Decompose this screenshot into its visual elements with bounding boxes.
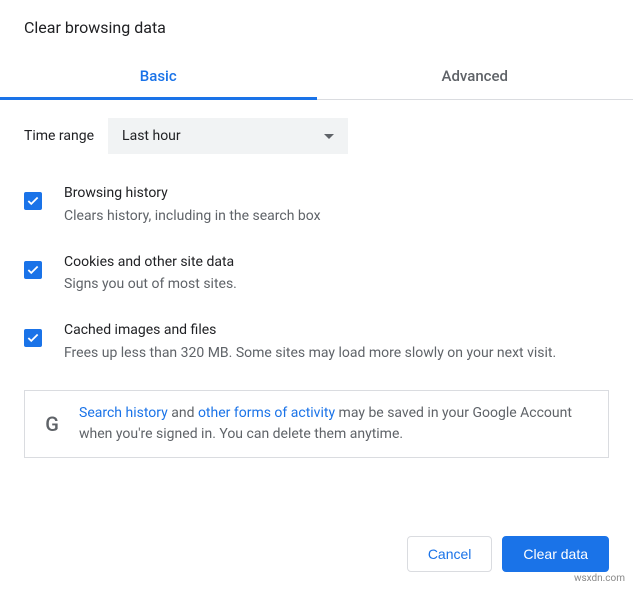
checkbox-browsing-history[interactable] bbox=[24, 192, 42, 210]
google-icon: G bbox=[41, 412, 63, 436]
dialog-footer: Cancel Clear data bbox=[407, 536, 609, 572]
time-range-label: Time range bbox=[24, 128, 94, 144]
option-title: Browsing history bbox=[64, 184, 609, 204]
dialog-title: Clear browsing data bbox=[0, 0, 633, 53]
option-cookies: Cookies and other site data Signs you ou… bbox=[24, 253, 609, 296]
search-history-link[interactable]: Search history bbox=[79, 405, 168, 421]
checkmark-icon bbox=[26, 194, 40, 208]
option-browsing-history: Browsing history Clears history, includi… bbox=[24, 184, 609, 227]
chevron-down-icon bbox=[324, 134, 334, 139]
other-activity-link[interactable]: other forms of activity bbox=[198, 405, 335, 421]
info-text-sep: and bbox=[168, 405, 198, 421]
tab-basic[interactable]: Basic bbox=[0, 53, 317, 99]
time-range-select[interactable]: Last hour bbox=[108, 118, 348, 154]
checkbox-cached[interactable] bbox=[24, 329, 42, 347]
option-cached: Cached images and files Frees up less th… bbox=[24, 321, 609, 364]
info-text: Search history and other forms of activi… bbox=[79, 403, 592, 445]
option-desc: Clears history, including in the search … bbox=[64, 206, 609, 227]
google-account-info: G Search history and other forms of acti… bbox=[24, 390, 609, 458]
time-range-value: Last hour bbox=[122, 128, 181, 144]
tab-advanced[interactable]: Advanced bbox=[317, 53, 633, 99]
watermark: wsxdn.com bbox=[574, 573, 625, 584]
checkbox-cookies[interactable] bbox=[24, 261, 42, 279]
tabs: Basic Advanced bbox=[0, 53, 633, 100]
dialog-content: Time range Last hour Browsing history Cl… bbox=[0, 100, 633, 458]
clear-data-button[interactable]: Clear data bbox=[502, 536, 609, 572]
option-desc: Signs you out of most sites. bbox=[64, 274, 609, 295]
option-desc: Frees up less than 320 MB. Some sites ma… bbox=[64, 343, 609, 364]
time-range-row: Time range Last hour bbox=[24, 118, 609, 154]
checkmark-icon bbox=[26, 331, 40, 345]
option-title: Cookies and other site data bbox=[64, 253, 609, 273]
option-title: Cached images and files bbox=[64, 321, 609, 341]
cancel-button[interactable]: Cancel bbox=[407, 536, 493, 572]
checkmark-icon bbox=[26, 263, 40, 277]
